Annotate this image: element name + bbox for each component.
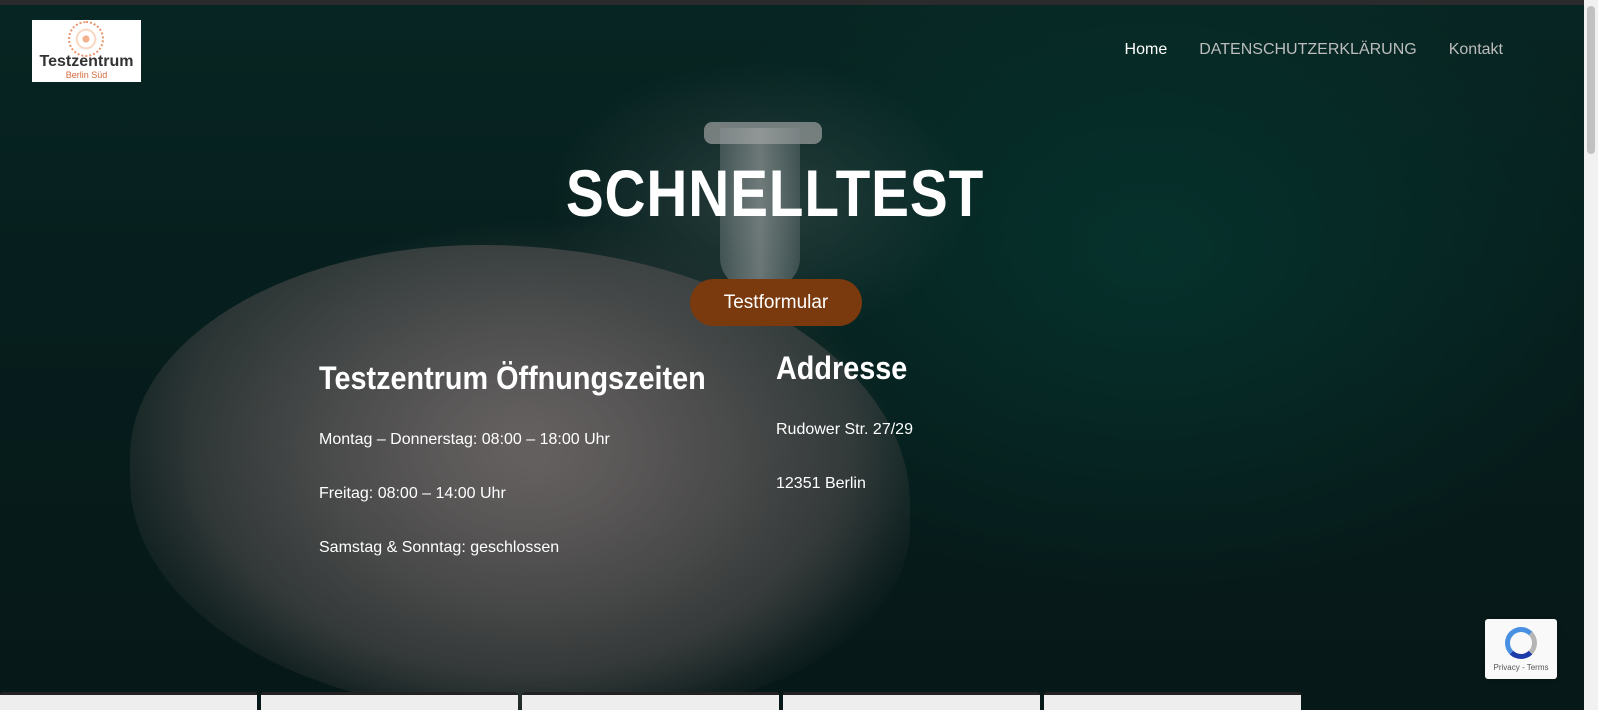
logo-subtitle: Berlin Süd: [65, 70, 108, 80]
recaptcha-links[interactable]: Privacy - Terms: [1494, 663, 1549, 672]
hours-line: Montag – Donnerstag: 08:00 – 18:00 Uhr: [319, 431, 610, 448]
nav-item-kontakt[interactable]: Kontakt: [1449, 40, 1503, 60]
taskbar-item[interactable]: [1044, 692, 1301, 710]
browser-top-bar: [0, 0, 1598, 5]
nav-item-datenschutz[interactable]: DATENSCHUTZERKLÄRUNG: [1199, 40, 1417, 60]
hours-line: Samstag & Sonntag: geschlossen: [319, 539, 560, 556]
opening-hours-heading: Testzentrum Öffnungszeiten: [319, 360, 706, 396]
address-street: Rudower Str. 27/29: [776, 421, 913, 438]
logo-name: Testzentrum: [39, 53, 134, 70]
taskbar-item[interactable]: [522, 692, 779, 710]
recaptcha-icon: [1505, 626, 1537, 659]
page-title: SCHNELLTEST: [565, 156, 985, 230]
site-logo[interactable]: Testzentrum Berlin Süd: [32, 20, 141, 82]
nav-item-home[interactable]: Home: [1125, 40, 1168, 60]
taskbar-item[interactable]: [261, 692, 518, 710]
bottom-taskbar: [0, 692, 1584, 710]
main-navigation: Home DATENSCHUTZERKLÄRUNG Kontakt: [1125, 40, 1503, 60]
taskbar-item[interactable]: [0, 692, 257, 710]
recaptcha-badge[interactable]: Privacy - Terms: [1485, 619, 1557, 679]
taskbar-item[interactable]: [783, 692, 1040, 710]
hours-line: Freitag: 08:00 – 14:00 Uhr: [319, 485, 506, 502]
address-heading: Addresse: [776, 350, 908, 386]
page-scrollbar[interactable]: [1584, 0, 1598, 710]
flower-of-life-icon: [68, 21, 104, 57]
scrollbar-thumb[interactable]: [1587, 6, 1595, 154]
address-city: 12351 Berlin: [776, 475, 866, 492]
address-section: Addresse Rudower Str. 27/29 12351 Berlin: [776, 350, 922, 493]
opening-hours-section: Testzentrum Öffnungszeiten Montag – Donn…: [319, 360, 749, 557]
testformular-button[interactable]: Testformular: [690, 279, 862, 326]
